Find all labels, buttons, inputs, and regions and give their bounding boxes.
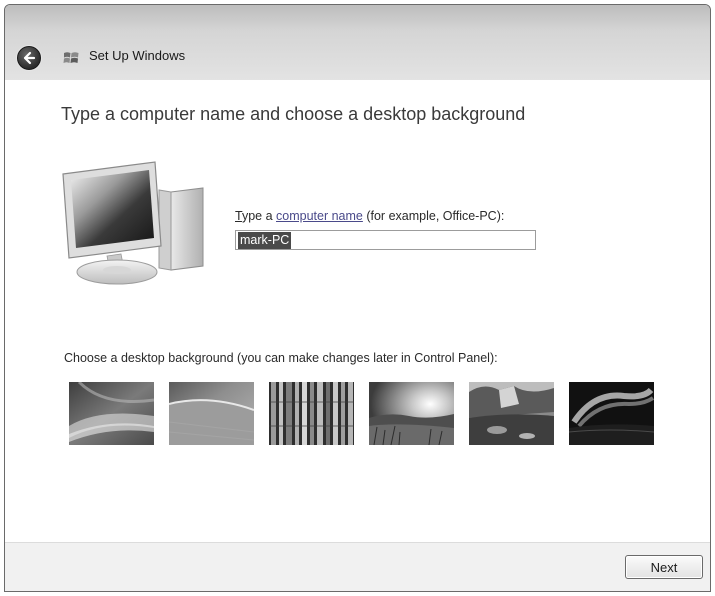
thumbnail-bamboo[interactable]	[269, 382, 354, 445]
back-button[interactable]	[17, 46, 41, 70]
window-title: Set Up Windows	[89, 48, 186, 63]
computer-name-label: Type a computer name (for example, Offic…	[235, 209, 504, 223]
main-content: Type a computer name and choose a deskto…	[15, 80, 710, 542]
label-text: ype a	[241, 209, 277, 223]
setup-window: Set Up Windows Type a computer name and …	[4, 4, 711, 592]
background-label: Choose a desktop background (you can mak…	[64, 351, 498, 365]
thumbnail-sunset-meadow[interactable]	[369, 382, 454, 445]
title-bar: Set Up Windows	[5, 5, 710, 80]
thumbnail-green-curve[interactable]	[169, 382, 254, 445]
computer-name-input[interactable]: mark-PC	[235, 230, 536, 250]
label-accelerator: T	[235, 209, 242, 223]
label-suffix: (for example, Office-PC):	[362, 209, 505, 223]
back-arrow-icon	[23, 51, 36, 65]
footer-bar: Next	[5, 542, 710, 591]
windows-setup-icon	[63, 52, 79, 63]
thumbnail-rocky-lake[interactable]	[469, 382, 554, 445]
thumbnail-aurora-swirl[interactable]	[69, 382, 154, 445]
page-heading: Type a computer name and choose a deskto…	[61, 104, 526, 124]
next-button[interactable]: Next	[625, 555, 703, 579]
thumbnail-aurora-night[interactable]	[569, 382, 654, 445]
computer-name-value: mark-PC	[238, 232, 292, 249]
computer-icon	[62, 161, 204, 285]
computer-name-link[interactable]: computer name	[276, 209, 363, 223]
